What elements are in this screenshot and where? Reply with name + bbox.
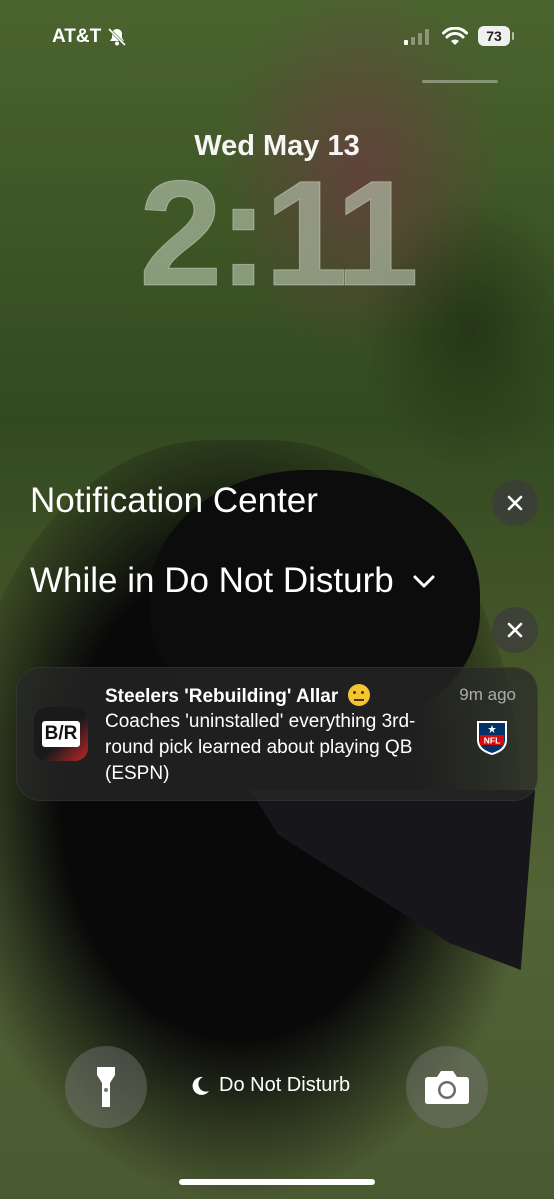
clear-section-button[interactable] [492, 607, 538, 653]
home-indicator[interactable] [179, 1179, 375, 1185]
bell-off-icon [108, 27, 127, 47]
cellular-signal-icon [404, 29, 429, 45]
bleacher-report-app-icon: B/R [34, 707, 88, 761]
focus-mode-label: Do Not Disturb [219, 1074, 351, 1096]
notification-body: Coaches 'uninstalled' everything 3rd-rou… [105, 711, 416, 784]
svg-text:NFL: NFL [484, 736, 501, 746]
focus-mode-indicator[interactable]: Do Not Disturb [189, 1074, 350, 1097]
flashlight-icon [97, 1067, 115, 1107]
camera-button[interactable] [406, 1046, 488, 1128]
chevron-down-icon [413, 575, 435, 588]
carrier: AT&T [52, 26, 127, 48]
moon-icon [192, 1076, 209, 1095]
battery-level: 73 [486, 28, 502, 44]
raised-eyebrow-emoji-icon [347, 684, 370, 706]
lock-time[interactable]: 2:11 [0, 158, 554, 309]
notification-time: 9m ago [459, 685, 516, 704]
lock-screen: AT&T 73 Wed May 13 2:11 Notification Cen… [0, 0, 554, 1199]
status-bar: AT&T 73 [0, 26, 554, 83]
battery-indicator: 73 [478, 26, 514, 46]
nfl-logo-icon: NFL [477, 721, 507, 755]
notification-title-text: Steelers 'Rebuilding' Allar [105, 686, 339, 707]
flashlight-button[interactable] [65, 1046, 147, 1128]
app-icon-text: B/R [41, 721, 81, 747]
close-icon [507, 495, 523, 511]
notification-center-title: Notification Center [30, 481, 318, 520]
dnd-section-label: While in Do Not Disturb [30, 561, 394, 600]
dnd-section-toggle[interactable]: While in Do Not Disturb [30, 561, 438, 601]
carrier-label: AT&T [52, 26, 102, 47]
wifi-icon [442, 27, 468, 45]
close-icon [507, 622, 523, 638]
notification-card[interactable]: B/R Steelers 'Rebuilding' Allar 9m ago C… [16, 667, 538, 801]
notification-title: Steelers 'Rebuilding' Allar [105, 684, 370, 708]
status-underline [422, 80, 498, 83]
camera-icon [425, 1071, 469, 1104]
clear-all-button[interactable] [492, 480, 538, 526]
